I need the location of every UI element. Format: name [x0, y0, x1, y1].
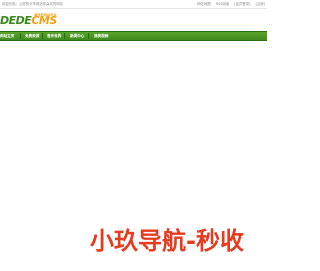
slogan-text: 小玖导航-秒收 — [90, 227, 244, 255]
rss-link[interactable]: RSS阅读 — [216, 2, 229, 6]
nav-separator — [42, 33, 43, 39]
nav-item-funny-videos[interactable]: 搞笑视频 — [94, 32, 108, 40]
nav-separator — [88, 33, 89, 39]
member-login-link[interactable]: [会员登录] — [234, 2, 250, 6]
nav-item-free-resources[interactable]: 免费资源 — [25, 32, 39, 40]
nav-item-home[interactable]: 网站主页 — [0, 32, 14, 40]
nav-item-news[interactable]: 新闻中心 — [70, 32, 84, 40]
nav-item-music[interactable]: 音乐世界 — [47, 32, 61, 40]
welcome-text: 欢迎光临：心愿的分享网站你喜欢的网站 — [2, 2, 64, 6]
top-info-bar: 欢迎光临：心愿的分享网站你喜欢的网站 网站地图 RSS阅读 [会员登录] [注册… — [0, 0, 267, 9]
site-header: 最佳的网站平台 DEDECMS — [0, 9, 267, 31]
logo-word-cms: CMS — [31, 14, 57, 27]
page: 欢迎光临：心愿的分享网站你喜欢的网站 网站地图 RSS阅读 [会员登录] [注册… — [0, 0, 267, 271]
nav-separator — [64, 33, 65, 39]
nav-separator — [20, 33, 21, 39]
logo-word-dede: DEDE — [0, 14, 32, 27]
top-links: 网站地图 RSS阅读 [会员登录] [注册] — [193, 0, 265, 8]
main-nav: 网站主页 免费资源 音乐世界 新闻中心 搞笑视频 — [0, 31, 267, 41]
register-link[interactable]: [注册] — [256, 2, 265, 6]
site-logo[interactable]: 最佳的网站平台 DEDECMS — [0, 12, 60, 30]
logo-wordmark: DEDECMS — [0, 15, 57, 27]
sitemap-link[interactable]: 网站地图 — [197, 2, 211, 6]
